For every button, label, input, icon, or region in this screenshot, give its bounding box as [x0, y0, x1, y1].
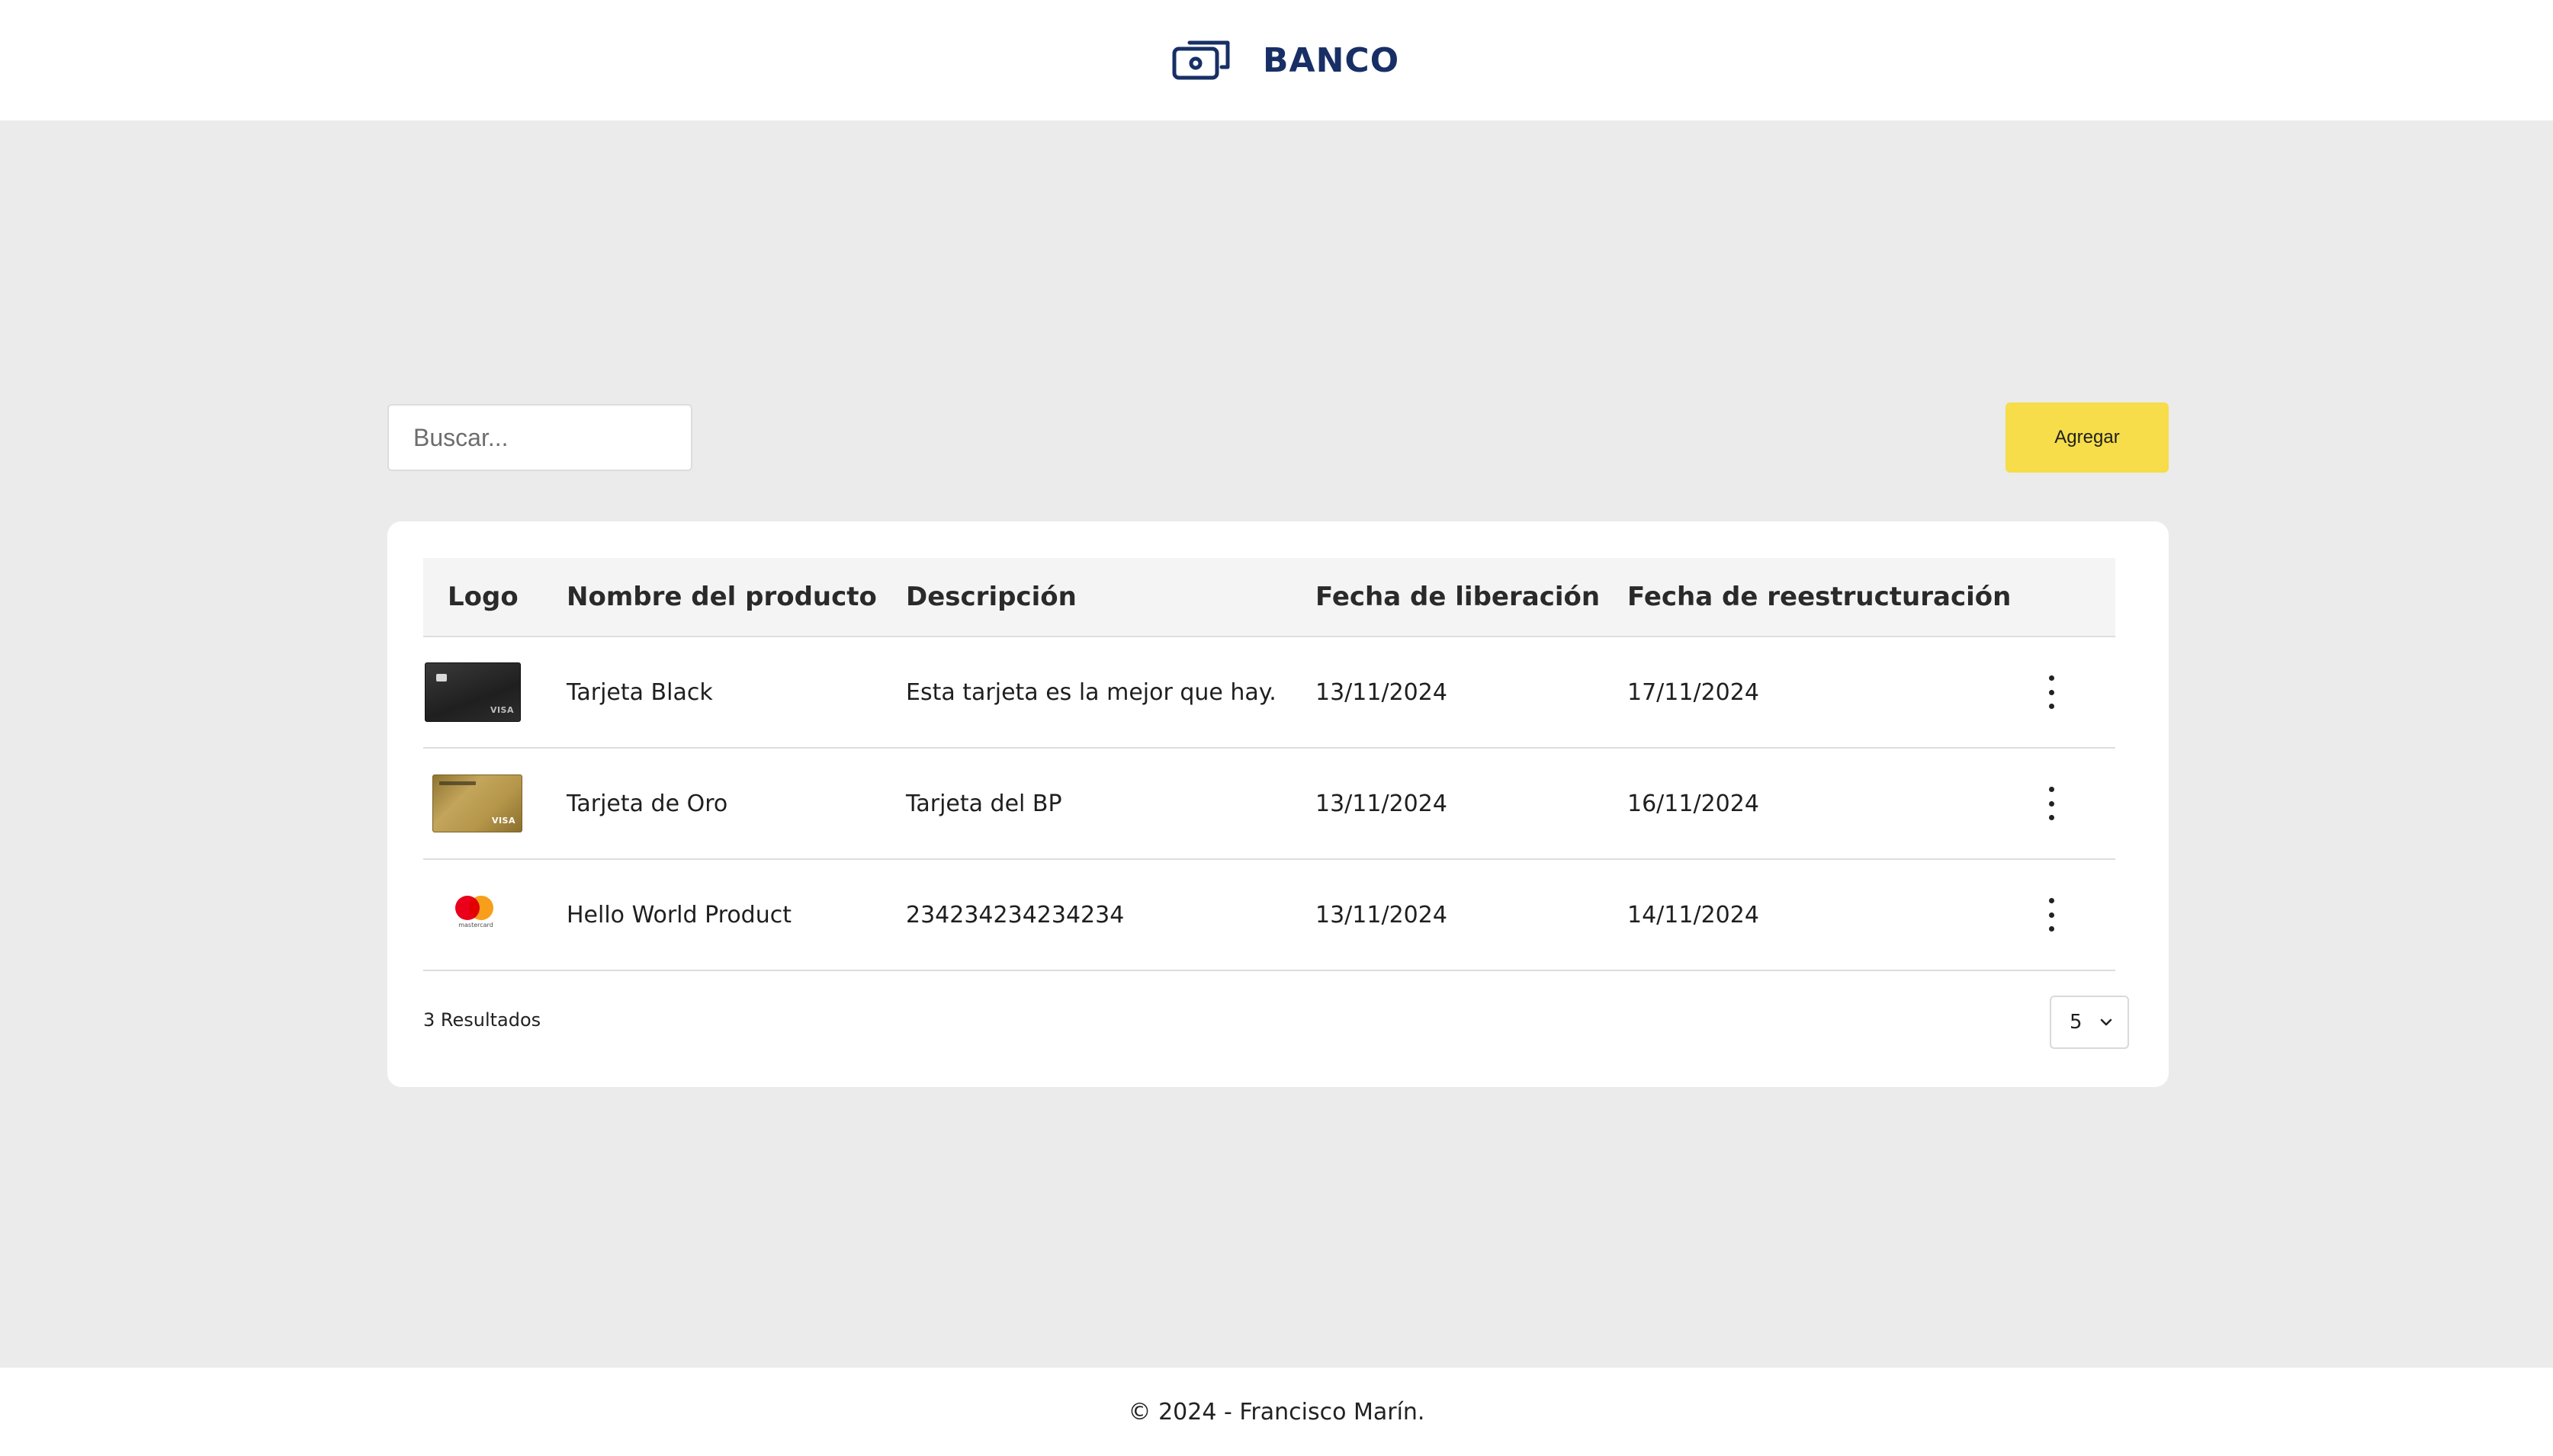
menu-dot [2048, 675, 2054, 681]
page-size-select[interactable]: 5 [2050, 996, 2129, 1049]
visa-mark: VISA [491, 816, 515, 826]
card-chip [436, 674, 447, 681]
menu-dot [2048, 787, 2054, 792]
page-size-value: 5 [2070, 1011, 2083, 1034]
mastercard-orange-circle [469, 896, 493, 920]
mastercard-logo: mastercard [449, 893, 510, 937]
menu-dot [2048, 704, 2054, 709]
release-date: 13/11/2024 [1315, 678, 1447, 706]
more-vertical-icon[interactable] [2042, 787, 2060, 820]
brand: BANCO [1171, 34, 1399, 87]
release-date: 13/11/2024 [1315, 901, 1447, 928]
chevron-down-icon [2100, 1018, 2112, 1026]
restructure-date: 14/11/2024 [1627, 901, 1759, 928]
menu-dot [2048, 815, 2054, 820]
products-table-card: Logo Nombre del producto Descripción Fec… [387, 521, 2169, 1087]
visa-black-card-logo: VISA [425, 662, 521, 722]
column-header-restructure-date: Fecha de reestructuración [1627, 582, 2012, 612]
menu-dot [2048, 800, 2054, 807]
add-button[interactable]: Agregar [2005, 402, 2169, 473]
brand-name: BANCO [1263, 40, 1400, 80]
product-name: Tarjeta de Oro [567, 790, 728, 817]
menu-dot [2048, 912, 2054, 918]
restructure-date: 17/11/2024 [1627, 678, 1759, 706]
footer: © 2024 - Francisco Marín. [0, 1368, 2553, 1456]
money-icon [1172, 40, 1230, 80]
column-header-product-name: Nombre del producto [567, 582, 877, 612]
row-actions-cell [2036, 637, 2066, 747]
column-header-logo: Logo [448, 582, 519, 612]
menu-dot [2048, 926, 2054, 932]
results-count: 3 Resultados [423, 1009, 541, 1031]
restructure-date: 16/11/2024 [1627, 790, 1759, 817]
logo-cell: mastercard [423, 860, 530, 970]
more-vertical-icon[interactable] [2042, 898, 2060, 932]
logo-cell: VISA [423, 637, 530, 747]
row-actions-cell [2036, 860, 2066, 970]
product-description: Tarjeta del BP [906, 790, 1062, 817]
release-date: 13/11/2024 [1315, 790, 1447, 817]
table-header: Logo Nombre del producto Descripción Fec… [423, 558, 2115, 637]
product-description: 234234234234234 [906, 901, 1125, 928]
table-row: mastercard Hello World Product 234234234… [423, 860, 2115, 971]
column-header-description: Descripción [906, 582, 1077, 612]
visa-gold-card-logo: VISA [432, 775, 522, 832]
product-name: Tarjeta Black [567, 678, 713, 706]
search-input[interactable] [387, 404, 692, 471]
table-row: VISA Tarjeta de Oro Tarjeta del BP 13/11… [423, 749, 2115, 860]
product-description: Esta tarjeta es la mejor que hay. [906, 678, 1276, 706]
product-name: Hello World Product [567, 901, 792, 928]
more-vertical-icon[interactable] [2042, 675, 2060, 709]
table-row: VISA Tarjeta Black Esta tarjeta es la me… [423, 637, 2115, 749]
column-header-release-date: Fecha de liberación [1315, 582, 1601, 612]
visa-mark: VISA [490, 705, 514, 715]
mastercard-wordmark: mastercard [458, 922, 493, 928]
menu-dot [2048, 898, 2054, 903]
menu-dot [2048, 689, 2054, 695]
top-header: BANCO [0, 0, 2553, 120]
logo-cell: VISA [423, 749, 530, 858]
row-actions-cell [2036, 749, 2066, 858]
footer-text: © 2024 - Francisco Marín. [1128, 1398, 1425, 1426]
card-bank-strip [439, 781, 476, 785]
